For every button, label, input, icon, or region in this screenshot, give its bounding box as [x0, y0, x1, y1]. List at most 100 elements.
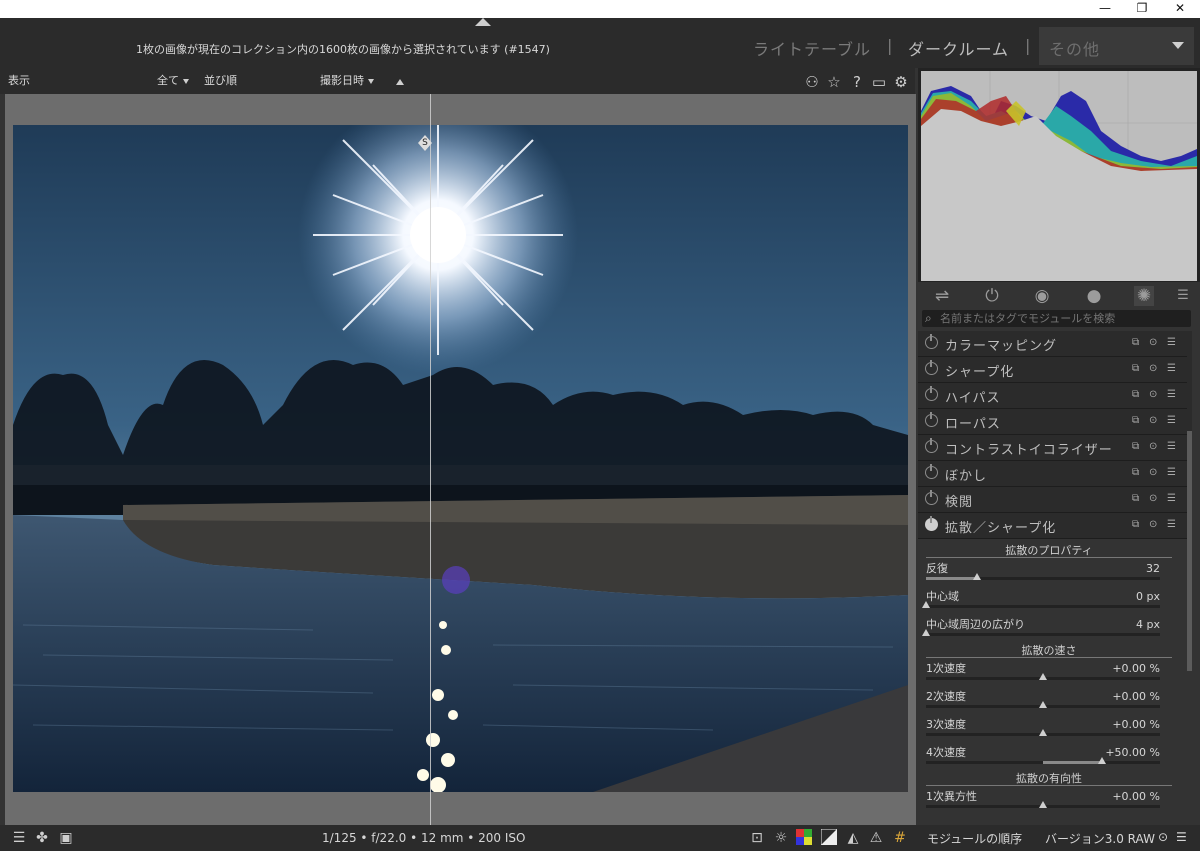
module-row[interactable]: ハイパス ⧉ ⊙ ☰: [918, 383, 1188, 409]
power-icon[interactable]: [925, 334, 938, 349]
styles-icon[interactable]: ✤: [33, 829, 51, 847]
presets-menu-icon[interactable]: ☰: [1167, 338, 1177, 348]
hamburger-menu-icon[interactable]: ☰: [10, 829, 28, 847]
sort-direction-button[interactable]: [396, 75, 404, 88]
filter-dropdown[interactable]: 全て: [157, 72, 189, 88]
presets-menu-icon[interactable]: ☰: [1167, 364, 1177, 374]
hamburger-menu-icon[interactable]: ☰: [1173, 286, 1193, 306]
guides-icon[interactable]: #: [891, 829, 909, 847]
reset-icon[interactable]: ⊙: [1149, 364, 1159, 374]
active-modules-icon[interactable]: ⏻: [982, 286, 1002, 306]
keyboard-icon[interactable]: ▭: [870, 73, 888, 91]
gear-icon[interactable]: ⚙: [892, 73, 910, 91]
slider-track[interactable]: [926, 757, 1160, 764]
iterations-slider[interactable]: 反復 32: [918, 558, 1180, 586]
slider-track[interactable]: [922, 601, 1160, 608]
base-modules-icon[interactable]: ◉: [1032, 286, 1052, 306]
module-row[interactable]: ぼかし ⧉ ⊙ ☰: [918, 461, 1188, 487]
module-row-expanded[interactable]: 拡散／シャープ化 ⧉ ⊙ ☰: [918, 513, 1188, 539]
slider-knob[interactable]: [1039, 701, 1047, 708]
speed-3-slider[interactable]: 3次速度 +0.00 %: [918, 714, 1180, 742]
copy-icon[interactable]: ⧉: [1132, 494, 1142, 504]
copy-icon[interactable]: ⧉: [1132, 390, 1142, 400]
presets-menu-icon[interactable]: ☰: [1167, 494, 1177, 504]
copy-icon[interactable]: ⧉: [1132, 338, 1142, 348]
module-search-input[interactable]: [940, 311, 1185, 326]
slider-knob[interactable]: [973, 573, 982, 580]
presets-menu-icon[interactable]: ☰: [1167, 468, 1177, 478]
center-view[interactable]: S: [5, 94, 916, 825]
slider-knob[interactable]: [1039, 801, 1047, 808]
presets-menu-icon[interactable]: ☰: [1167, 520, 1177, 530]
presets-menu-icon[interactable]: ☰: [1167, 390, 1177, 400]
module-row[interactable]: シャープ化 ⧉ ⊙ ☰: [918, 357, 1188, 383]
split-preview-line[interactable]: [430, 94, 431, 825]
reset-icon[interactable]: ⊙: [1149, 468, 1159, 478]
right-panel-scrollbar[interactable]: [1187, 331, 1192, 671]
reset-icon[interactable]: ⊙: [1149, 390, 1159, 400]
reset-icon[interactable]: ⊙: [1149, 338, 1159, 348]
gamut-check-icon[interactable]: [820, 828, 838, 847]
copy-icon[interactable]: ⧉: [1132, 416, 1142, 426]
photo-preview[interactable]: [13, 125, 908, 792]
power-icon[interactable]: [925, 386, 938, 401]
scrollbar-thumb[interactable]: [1187, 431, 1192, 671]
slider-track[interactable]: [926, 573, 1160, 580]
power-icon[interactable]: [925, 438, 938, 453]
power-icon[interactable]: [925, 490, 938, 505]
histogram[interactable]: [918, 68, 1200, 282]
presets-menu-icon[interactable]: ☰: [1167, 416, 1177, 426]
radius-span-slider[interactable]: 中心域周辺の広がり 4 px: [918, 614, 1180, 642]
power-icon[interactable]: [925, 464, 938, 479]
other-views-dropdown[interactable]: その他: [1039, 27, 1194, 65]
slider-track[interactable]: [926, 801, 1160, 808]
slider-knob[interactable]: [922, 601, 930, 608]
module-row[interactable]: 検閲 ⧉ ⊙ ☰: [918, 487, 1188, 513]
slider-knob[interactable]: [1097, 757, 1106, 764]
reset-icon[interactable]: ⊙: [1149, 520, 1159, 530]
slider-track[interactable]: [926, 729, 1160, 736]
copy-icon[interactable]: ⧉: [1132, 468, 1142, 478]
power-icon[interactable]: [925, 516, 938, 531]
color-modules-icon[interactable]: ●: [1084, 286, 1104, 306]
reset-icon[interactable]: ⊙: [1149, 416, 1159, 426]
speed-1-slider[interactable]: 1次速度 +0.00 %: [918, 658, 1180, 686]
copy-icon[interactable]: ⧉: [1132, 442, 1142, 452]
help-icon[interactable]: ?: [848, 73, 866, 91]
collapse-top-panel-icon[interactable]: [475, 18, 491, 26]
module-row[interactable]: コントラストイコライザー ⧉ ⊙ ☰: [918, 435, 1188, 461]
speed-4-slider[interactable]: 4次速度 +50.00 %: [918, 742, 1180, 770]
slider-track[interactable]: [926, 673, 1160, 680]
module-row[interactable]: ローパス ⧉ ⊙ ☰: [918, 409, 1188, 435]
copy-icon[interactable]: ⧉: [1132, 520, 1142, 530]
power-icon[interactable]: [925, 360, 938, 375]
overexposed-icon[interactable]: ◭: [844, 829, 862, 847]
anisotropy-1-slider[interactable]: 1次異方性 +0.00 %: [918, 786, 1180, 814]
softproof-icon[interactable]: [795, 829, 813, 847]
effect-modules-icon[interactable]: ✺: [1134, 286, 1154, 306]
power-icon[interactable]: [925, 412, 938, 427]
slider-track[interactable]: [922, 629, 1160, 636]
tab-darkroom[interactable]: ダークルーム: [908, 36, 1009, 60]
presets-menu-icon[interactable]: ☰: [1167, 442, 1177, 452]
slider-knob[interactable]: [922, 629, 930, 636]
module-row[interactable]: カラーマッピング ⧉ ⊙ ☰: [918, 331, 1188, 357]
reset-icon[interactable]: ⊙: [1158, 830, 1168, 844]
second-window-icon[interactable]: ▣: [57, 829, 75, 847]
presets-icon[interactable]: ⚇: [803, 73, 821, 91]
reset-icon[interactable]: ⊙: [1149, 494, 1159, 504]
reset-icon[interactable]: ⊙: [1149, 442, 1159, 452]
close-button[interactable]: ✕: [1163, 0, 1197, 18]
central-radius-slider[interactable]: 中心域 0 px: [918, 586, 1180, 614]
slider-track[interactable]: [926, 701, 1160, 708]
slider-knob[interactable]: [1039, 729, 1047, 736]
sort-dropdown[interactable]: 撮影日時: [320, 72, 374, 88]
copy-icon[interactable]: ⧉: [1132, 364, 1142, 374]
quick-access-icon[interactable]: ⇌: [932, 286, 952, 306]
maximize-button[interactable]: ❐: [1125, 0, 1159, 18]
iso12646-icon[interactable]: ☼: [772, 829, 790, 847]
hamburger-menu-icon[interactable]: ☰: [1176, 830, 1187, 844]
focus-peaking-icon[interactable]: ⊡: [748, 829, 766, 847]
speed-2-slider[interactable]: 2次速度 +0.00 %: [918, 686, 1180, 714]
minimize-button[interactable]: —: [1088, 0, 1122, 18]
